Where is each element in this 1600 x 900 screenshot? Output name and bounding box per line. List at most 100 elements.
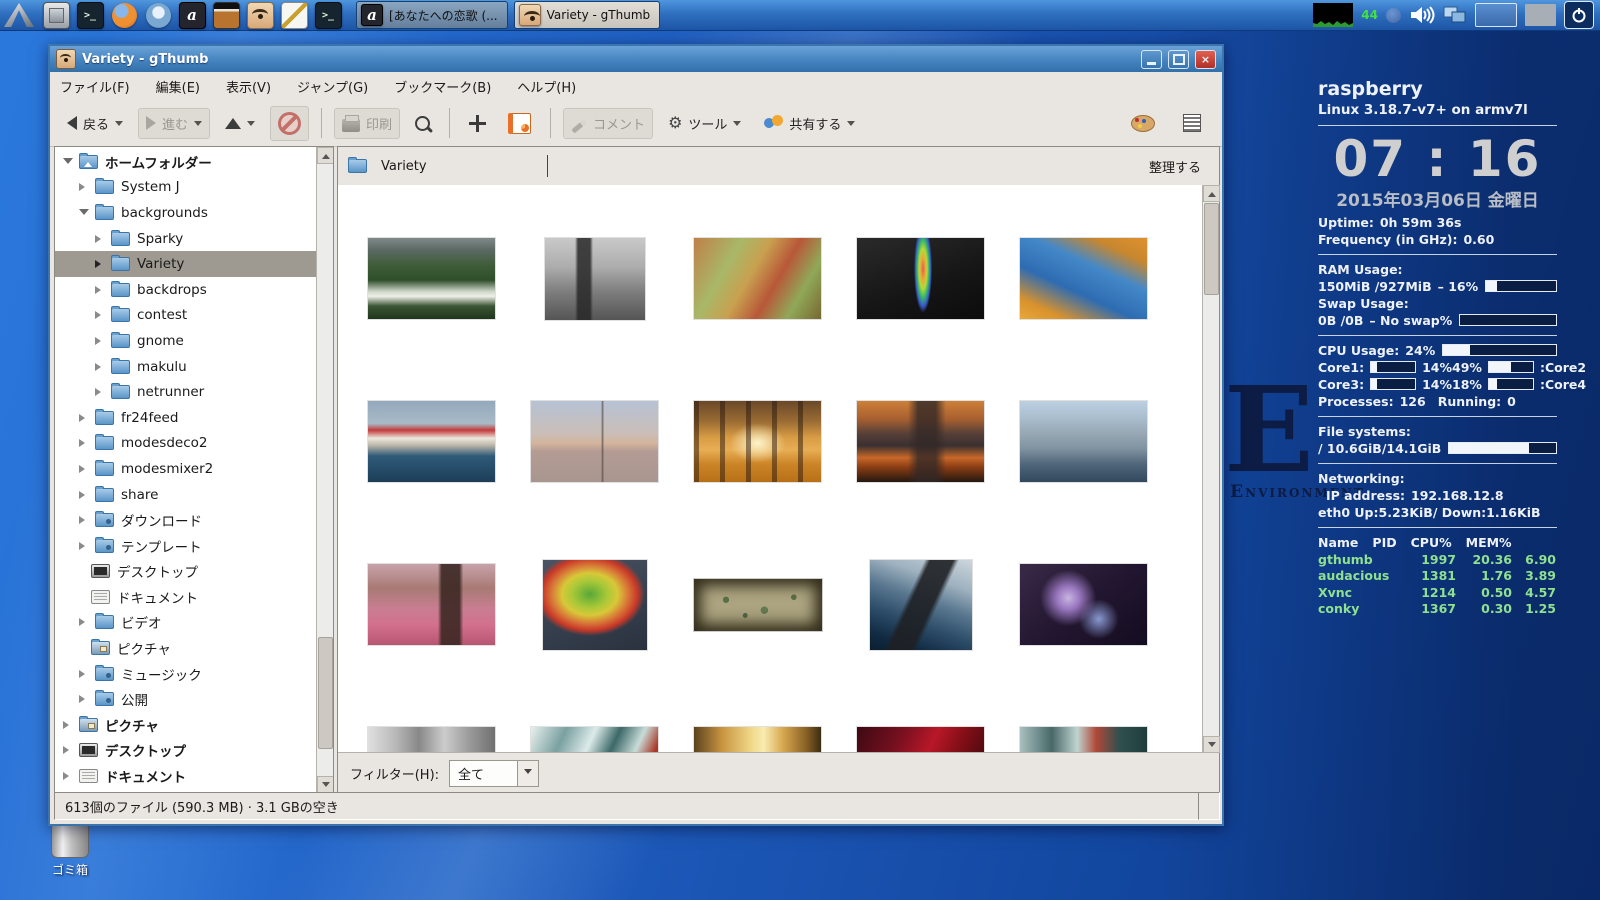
launcher-gthumb[interactable] [246,1,274,29]
menu-edit[interactable]: 編集(E) [156,77,200,96]
fullscreen-button[interactable] [462,110,493,137]
scroll-down-button[interactable] [317,776,334,793]
sidebar-item-pictures-sub[interactable]: ピクチャ [55,635,317,661]
sidebar-item-sparky[interactable]: Sparky [55,226,317,252]
menu-help[interactable]: ヘルプ(H) [517,77,576,96]
thumb-ornate-stone-bridge[interactable] [1020,401,1147,482]
sidebar-item-modesmixer2[interactable]: modesmixer2 [55,456,317,482]
expander-icon[interactable] [63,721,73,729]
sidebar-item-makulu[interactable]: makulu [55,354,317,380]
sidebar-item-documents[interactable]: ドキュメント [55,763,317,789]
thumb-autumn-birches-sky[interactable] [1020,238,1147,319]
current-folder-button[interactable]: Variety [348,159,427,174]
expander-icon[interactable] [79,414,89,422]
sidebar-item-pictures[interactable]: ピクチャ [55,712,317,738]
launcher-firefox[interactable] [110,1,138,29]
scroll-down-button[interactable] [1203,736,1220,753]
view-mode-button[interactable] [1176,109,1208,137]
scroll-up-button[interactable] [317,147,334,164]
launcher-terminal[interactable]: >_ [76,1,104,29]
sidebar-item-share[interactable]: share [55,482,317,508]
expander-icon[interactable] [79,491,89,499]
start-menu-button[interactable] [0,0,38,30]
thumb-lighter-rainbow-flame[interactable] [857,238,984,319]
thumb-volcano-ash-sunset[interactable] [857,401,984,482]
maximize-button[interactable] [1168,50,1189,69]
expander-icon[interactable] [79,542,89,550]
expander-icon[interactable] [79,618,89,626]
expander-icon[interactable] [95,311,105,319]
back-button[interactable]: 戻る [60,109,130,138]
up-button[interactable] [218,112,262,135]
thumb-golden-backlit-forest[interactable] [694,727,821,753]
sidebar-item-home[interactable]: ホームフォルダー [55,149,317,175]
search-button[interactable] [408,111,437,136]
taskbar-window-gthumb[interactable]: Variety - gThumb [514,1,661,29]
forward-button[interactable]: 進む [138,108,210,139]
launcher-video[interactable] [212,1,240,29]
expander-icon[interactable] [79,439,89,447]
launcher-notepad[interactable] [280,1,308,29]
sidebar-item-desktop[interactable]: デスクトップ [55,738,317,764]
thumb-sailboat-calm-dusk[interactable] [531,401,658,482]
thumb-autumn-forest-glow[interactable] [694,401,821,482]
sidebar-item-variety[interactable]: Variety [55,251,317,277]
filter-combobox[interactable]: 全て [449,760,539,787]
minimize-button[interactable] [1141,50,1162,69]
share-button[interactable]: 共有する [756,109,862,138]
volume-icon[interactable] [1409,4,1435,26]
thumb-city-building-bw[interactable] [368,727,495,753]
expander-icon[interactable] [79,465,89,473]
organize-button[interactable]: 整理する [1141,153,1209,180]
sidebar-item-backgrounds[interactable]: backgrounds [55,200,317,226]
menu-view[interactable]: 表示(V) [226,77,271,96]
expander-icon[interactable] [79,695,89,703]
expander-icon[interactable] [95,337,105,345]
sidebar-item-public[interactable]: 公開 [55,686,317,712]
print-button[interactable]: 印刷 [334,108,400,139]
expander-icon[interactable] [95,260,105,268]
launcher-screen[interactable] [42,1,70,29]
expander-icon[interactable] [95,235,105,243]
sidebar-item-gnome[interactable]: gnome [55,328,317,354]
share-dropdown-icon[interactable] [847,121,855,130]
edit-colors-button[interactable] [1124,110,1162,137]
launcher-audacious[interactable]: a [178,1,206,29]
expander-icon[interactable] [79,670,89,678]
thumb-green-mountains-waterfall[interactable] [368,238,495,319]
sidebar-item-downloads[interactable]: ダウンロード [55,507,317,533]
tools-dropdown-icon[interactable] [733,121,741,130]
slideshow-button[interactable] [501,108,538,139]
thumb-gothic-cathedral-bw[interactable] [545,238,645,320]
stop-button[interactable] [270,106,309,141]
desktop-pager[interactable] [1475,3,1517,27]
tools-button[interactable]: ⚙ツール [661,109,748,138]
taskbar-window-audacious[interactable]: a[あなたへの恋歌 (... [356,1,508,29]
thumb-leaf-color-fan[interactable] [543,560,647,650]
tree-scrollbar[interactable] [316,147,333,793]
menu-bookmarks[interactable]: ブックマーク(B) [394,77,491,96]
tree-scrollbar-thumb[interactable] [318,637,333,749]
expander-icon[interactable] [63,158,73,169]
launcher-chromium[interactable] [144,1,172,29]
thumb-satellite-over-earth[interactable] [870,560,972,650]
sidebar-item-videos[interactable]: ビデオ [55,610,317,636]
thumb-autumn-leaves-macro[interactable] [694,238,821,319]
sidebar-item-fr24feed[interactable]: fr24feed [55,405,317,431]
sidebar-item-documents-sub[interactable]: ドキュメント [55,584,317,610]
expander-icon[interactable] [79,209,89,220]
network-icon[interactable] [1443,4,1467,26]
thumb-harbor-fishing-boats[interactable] [368,401,495,482]
thumbnail-scrollbar[interactable] [1202,185,1219,753]
forward-dropdown-icon[interactable] [194,121,202,130]
tray-panel-widget[interactable] [1525,4,1556,26]
thumbnail-scrollbar-thumb[interactable] [1204,203,1219,295]
filter-dropdown-button[interactable] [517,761,538,786]
expander-icon[interactable] [79,183,89,191]
expander-icon[interactable] [63,772,73,780]
close-button[interactable]: × [1195,50,1216,69]
scroll-up-button[interactable] [1203,185,1220,202]
bluetooth-icon[interactable] [1386,8,1401,23]
sidebar-item-templates[interactable]: テンプレート [55,533,317,559]
sidebar-item-contest[interactable]: contest [55,303,317,329]
